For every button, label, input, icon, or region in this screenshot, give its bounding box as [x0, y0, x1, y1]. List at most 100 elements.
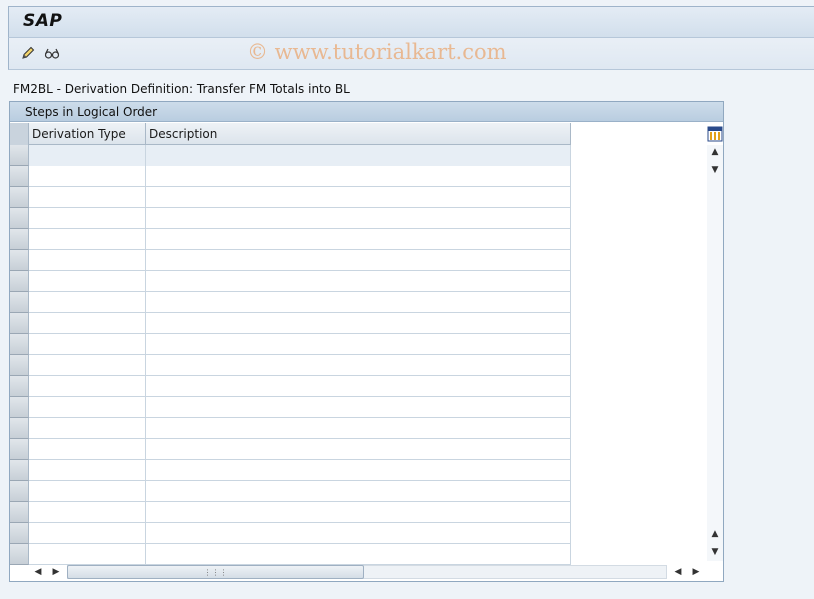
table-row[interactable]: [10, 523, 571, 544]
cell-derivation-type[interactable]: [29, 145, 146, 166]
scroll-up-icon[interactable]: ▲: [707, 145, 723, 159]
row-selector[interactable]: [10, 313, 29, 334]
cell-derivation-type[interactable]: [29, 460, 146, 481]
cell-description[interactable]: [146, 397, 571, 418]
row-selector[interactable]: [10, 271, 29, 292]
row-selector[interactable]: [10, 376, 29, 397]
row-selector[interactable]: [10, 334, 29, 355]
row-selector[interactable]: [10, 355, 29, 376]
row-selector[interactable]: [10, 397, 29, 418]
cell-derivation-type[interactable]: [29, 292, 146, 313]
cell-derivation-type[interactable]: [29, 271, 146, 292]
table-row[interactable]: [10, 145, 571, 166]
cell-derivation-type[interactable]: [29, 166, 146, 187]
cell-derivation-type[interactable]: [29, 250, 146, 271]
scroll-end-left-icon[interactable]: ◀: [670, 565, 686, 579]
row-selector[interactable]: [10, 250, 29, 271]
scroll-end-right-icon[interactable]: ▶: [688, 565, 704, 579]
table-row[interactable]: [10, 271, 571, 292]
cell-derivation-type[interactable]: [29, 208, 146, 229]
table-row[interactable]: [10, 355, 571, 376]
row-selector[interactable]: [10, 439, 29, 460]
cell-description[interactable]: [146, 208, 571, 229]
cell-derivation-type[interactable]: [29, 334, 146, 355]
scroll-right-icon[interactable]: ▶: [48, 565, 64, 579]
scroll-left-icon[interactable]: ◀: [30, 565, 46, 579]
table-row[interactable]: [10, 376, 571, 397]
cell-derivation-type[interactable]: [29, 187, 146, 208]
cell-description[interactable]: [146, 355, 571, 376]
glasses-display-icon[interactable]: [43, 44, 61, 62]
cell-description[interactable]: [146, 376, 571, 397]
cell-derivation-type[interactable]: [29, 439, 146, 460]
cell-description[interactable]: [146, 250, 571, 271]
scroll-page-down-icon[interactable]: ▼: [707, 545, 723, 559]
cell-derivation-type[interactable]: [29, 502, 146, 523]
cell-description[interactable]: [146, 313, 571, 334]
table-settings-icon[interactable]: [707, 126, 723, 142]
table-row[interactable]: [10, 313, 571, 334]
row-selector[interactable]: [10, 544, 29, 565]
table-row[interactable]: [10, 502, 571, 523]
row-selector[interactable]: [10, 187, 29, 208]
edit-pencil-icon[interactable]: [19, 44, 37, 62]
table-row[interactable]: [10, 292, 571, 313]
row-selector[interactable]: [10, 418, 29, 439]
cell-description[interactable]: [146, 166, 571, 187]
row-selector[interactable]: [10, 145, 29, 166]
cell-description[interactable]: [146, 481, 571, 502]
table-row[interactable]: [10, 250, 571, 271]
cell-description[interactable]: [146, 544, 571, 565]
panel-header: Steps in Logical Order: [10, 102, 723, 122]
vertical-scrollbar[interactable]: ▲ ▼ ▲ ▼: [707, 145, 723, 561]
table-row[interactable]: [10, 439, 571, 460]
table-row[interactable]: [10, 481, 571, 502]
select-all-cell[interactable]: [10, 123, 29, 145]
row-selector[interactable]: [10, 460, 29, 481]
column-header-derivation-type[interactable]: Derivation Type: [29, 123, 146, 145]
cell-description[interactable]: [146, 439, 571, 460]
cell-derivation-type[interactable]: [29, 544, 146, 565]
cell-description[interactable]: [146, 271, 571, 292]
scroll-thumb[interactable]: ⋮⋮⋮: [67, 565, 364, 579]
cell-derivation-type[interactable]: [29, 229, 146, 250]
row-selector[interactable]: [10, 523, 29, 544]
cell-description[interactable]: [146, 292, 571, 313]
cell-description[interactable]: [146, 145, 571, 166]
cell-description[interactable]: [146, 229, 571, 250]
table-row[interactable]: [10, 208, 571, 229]
scroll-down-icon[interactable]: ▼: [707, 163, 723, 177]
cell-description[interactable]: [146, 187, 571, 208]
cell-description[interactable]: [146, 334, 571, 355]
table-row[interactable]: [10, 418, 571, 439]
table-row[interactable]: [10, 229, 571, 250]
row-selector[interactable]: [10, 481, 29, 502]
grid-header-row: Derivation Type Description: [10, 123, 571, 145]
row-selector[interactable]: [10, 502, 29, 523]
cell-description[interactable]: [146, 523, 571, 544]
scroll-page-up-icon[interactable]: ▲: [707, 527, 723, 541]
cell-derivation-type[interactable]: [29, 313, 146, 334]
column-header-description[interactable]: Description: [146, 123, 571, 145]
table-row[interactable]: [10, 544, 571, 565]
cell-description[interactable]: [146, 460, 571, 481]
cell-derivation-type[interactable]: [29, 355, 146, 376]
table-row[interactable]: [10, 166, 571, 187]
cell-description[interactable]: [146, 502, 571, 523]
row-selector[interactable]: [10, 166, 29, 187]
cell-derivation-type[interactable]: [29, 418, 146, 439]
row-selector[interactable]: [10, 208, 29, 229]
table-row[interactable]: [10, 397, 571, 418]
row-selector[interactable]: [10, 229, 29, 250]
table-row[interactable]: [10, 460, 571, 481]
cell-derivation-type[interactable]: [29, 376, 146, 397]
table-row[interactable]: [10, 187, 571, 208]
cell-derivation-type[interactable]: [29, 397, 146, 418]
cell-derivation-type[interactable]: [29, 481, 146, 502]
page-title: FM2BL - Derivation Definition: Transfer …: [13, 82, 350, 96]
horizontal-scrollbar[interactable]: ◀ ▶ ⋮⋮⋮ ◀ ▶: [30, 564, 703, 580]
row-selector[interactable]: [10, 292, 29, 313]
cell-description[interactable]: [146, 418, 571, 439]
cell-derivation-type[interactable]: [29, 523, 146, 544]
table-row[interactable]: [10, 334, 571, 355]
